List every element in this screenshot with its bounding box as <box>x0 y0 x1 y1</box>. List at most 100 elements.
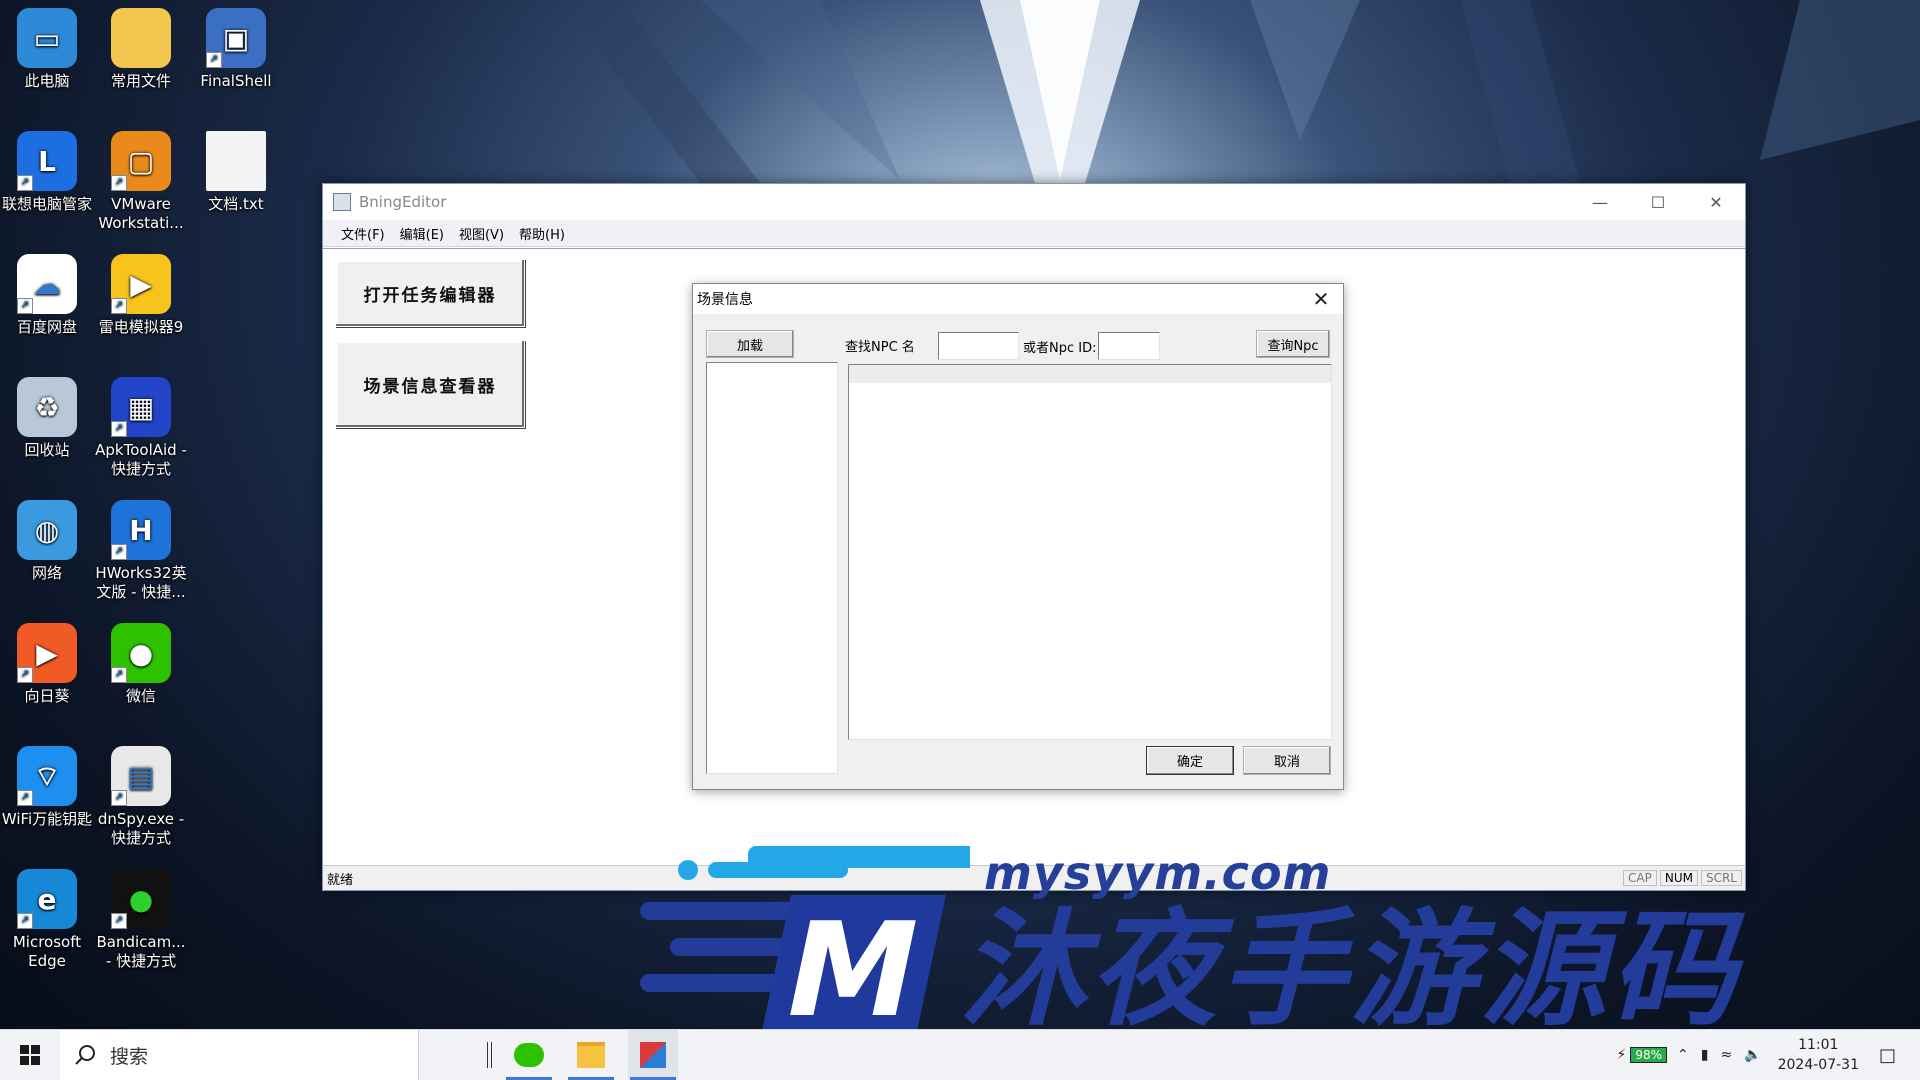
bandicam-icon: ● ↗ <box>111 869 171 929</box>
scroll-indicator: SCRL <box>1700 870 1742 886</box>
desktop-icon[interactable]: ⌔ ↗ WiFi万能钥匙 <box>0 746 94 829</box>
start-button[interactable] <box>0 1030 60 1080</box>
taskbar-wechat[interactable] <box>504 1030 554 1080</box>
num-indicator: NUM <box>1659 870 1698 886</box>
notification-icon[interactable]: □ <box>1879 1045 1896 1066</box>
recycle-bin-icon: ♻ <box>17 377 77 437</box>
scene-list[interactable] <box>706 362 838 774</box>
or-npc-id-label: 或者Npc ID: <box>1023 341 1097 356</box>
close-button[interactable]: ✕ <box>1687 184 1745 220</box>
watermark-brand: 沐夜手游源码 <box>960 896 1740 1043</box>
shortcut-arrow-icon: ↗ <box>111 667 127 683</box>
desktop-icon[interactable]: ▶ ↗ 向日葵 <box>0 623 94 706</box>
cancel-button[interactable]: 取消 <box>1243 746 1331 775</box>
dialog-title-bar[interactable]: 场景信息 ✕ <box>693 284 1343 314</box>
volume-icon[interactable]: 🔈 <box>1744 1047 1761 1063</box>
desktop-icon[interactable]: ▤ ↗ dnSpy.exe - 快捷方式 <box>94 746 188 848</box>
desktop-icon-label: 网络 <box>31 564 62 582</box>
dialog-title: 场景信息 <box>697 292 753 308</box>
desktop-icon[interactable]: ☁ ↗ 百度网盘 <box>0 254 94 337</box>
chevron-up-icon[interactable]: ⌃ <box>1677 1047 1689 1063</box>
wechat-icon <box>514 1043 544 1067</box>
desktop-icon-label: FinalShell <box>200 72 272 90</box>
desktop-icon-label: 向日葵 <box>24 687 70 705</box>
search-icon <box>75 1045 95 1065</box>
npc-id-input[interactable] <box>1098 332 1160 360</box>
shortcut-arrow-icon: ↗ <box>111 790 127 806</box>
system-tray: ⚡ 98% ⌃ ▮ ≈ 🔈 11:01 2024-07-31 □ <box>1616 1030 1920 1080</box>
desktop-icon-label: VMware Workstati... <box>98 195 184 232</box>
desktop-icon-label: 常用文件 <box>110 72 171 90</box>
baidu-netdisk-icon: ☁ ↗ <box>17 254 77 314</box>
power-plug-icon[interactable]: ⚡ <box>1616 1047 1626 1063</box>
ok-button[interactable]: 确定 <box>1146 746 1234 775</box>
computer-icon: ▭ <box>17 8 77 68</box>
desktop-icon-label: 百度网盘 <box>16 318 77 336</box>
taskbar-search[interactable]: 搜索 <box>60 1030 419 1080</box>
watermark-url: mysyym.com <box>984 846 1332 900</box>
file-explorer-icon <box>577 1042 605 1068</box>
lenovo-manager-icon: L ↗ <box>17 131 77 191</box>
shortcut-arrow-icon: ↗ <box>111 421 127 437</box>
shortcut-arrow-icon: ↗ <box>17 667 33 683</box>
desktop-icon[interactable]: H ↗ HWorks32英文版 - 快捷... <box>94 500 188 602</box>
scene-info-dialog: 场景信息 ✕ 加载 查找NPC 名 或者Npc ID: 查询Npc 确定 取消 <box>692 283 1344 790</box>
text-file-icon <box>206 131 266 191</box>
desktop-icon-label: dnSpy.exe - 快捷方式 <box>97 810 185 847</box>
npc-name-input[interactable] <box>938 332 1019 360</box>
battery-icon[interactable]: ▮ <box>1701 1047 1709 1063</box>
menu-file[interactable]: 文件(F) <box>335 224 391 243</box>
app-icon <box>333 193 351 211</box>
desktop-icon-label: 回收站 <box>24 441 70 459</box>
wifi-icon[interactable]: ≈ <box>1720 1047 1732 1063</box>
desktop-icon-label: WiFi万能钥匙 <box>1 810 93 828</box>
desktop-icon[interactable]: ▭ 此电脑 <box>0 8 94 91</box>
load-button[interactable]: 加载 <box>706 330 794 358</box>
network-icon: ◍ <box>17 500 77 560</box>
scene-viewer-button[interactable]: 场景信息查看器 <box>335 340 525 428</box>
shortcut-arrow-icon: ↗ <box>111 298 127 314</box>
desktop-icon[interactable]: ● ↗ 微信 <box>94 623 188 706</box>
desktop-icon[interactable]: ▣ ↗ FinalShell <box>189 8 283 91</box>
menu-edit[interactable]: 编辑(E) <box>394 224 450 243</box>
ldplayer-icon: ▶ ↗ <box>111 254 171 314</box>
desktop-icon[interactable]: ▶ ↗ 雷电模拟器9 <box>94 254 188 337</box>
maximize-button[interactable]: ☐ <box>1629 184 1687 220</box>
vmware-icon: ▢ ↗ <box>111 131 171 191</box>
desktop-icon[interactable]: ♻ 回收站 <box>0 377 94 460</box>
dnspy-icon: ▤ ↗ <box>111 746 171 806</box>
desktop-icon[interactable]: 常用文件 <box>94 8 188 91</box>
apktoolaid-icon: ▦ ↗ <box>111 377 171 437</box>
taskbar: 搜索 ⚡ 98% ⌃ ▮ ≈ 🔈 11:01 2024-07-31 □ <box>0 1029 1920 1080</box>
desktop-icon[interactable]: ● ↗ Bandicam... - 快捷方式 <box>94 869 188 971</box>
desktop-icon-label: 此电脑 <box>24 72 70 90</box>
desktop-icon[interactable]: e ↗ Microsoft Edge <box>0 869 94 971</box>
shortcut-arrow-icon: ↗ <box>111 544 127 560</box>
shortcut-arrow-icon: ↗ <box>17 790 33 806</box>
menu-help[interactable]: 帮助(H) <box>513 224 571 243</box>
desktop-icon[interactable]: ▦ ↗ ApkToolAid - 快捷方式 <box>94 377 188 479</box>
list-header <box>849 365 1331 383</box>
minimize-button[interactable]: — <box>1571 184 1629 220</box>
taskbar-divider <box>487 1042 492 1068</box>
clock[interactable]: 11:01 2024-07-31 <box>1778 1035 1859 1075</box>
taskbar-bningeditor[interactable] <box>628 1030 678 1080</box>
clock-date: 2024-07-31 <box>1777 1057 1859 1073</box>
npc-result-list[interactable] <box>848 364 1332 740</box>
desktop-icon[interactable]: 文档.txt <box>189 131 283 214</box>
edge-icon: e ↗ <box>17 869 77 929</box>
dialog-close-icon[interactable]: ✕ <box>1299 287 1343 311</box>
wifi-key-icon: ⌔ ↗ <box>17 746 77 806</box>
open-task-editor-button[interactable]: 打开任务编辑器 <box>335 259 525 327</box>
shortcut-arrow-icon: ↗ <box>206 52 222 68</box>
battery-indicator[interactable]: 98% <box>1630 1047 1667 1063</box>
title-bar[interactable]: BningEditor — ☐ ✕ <box>323 184 1745 220</box>
desktop-icon[interactable]: ▢ ↗ VMware Workstati... <box>94 131 188 233</box>
desktop-icon[interactable]: L ↗ 联想电脑管家 <box>0 131 94 214</box>
window-title: BningEditor <box>359 193 447 211</box>
query-npc-button[interactable]: 查询Npc <box>1256 330 1330 358</box>
desktop-icon[interactable]: ◍ 网络 <box>0 500 94 583</box>
desktop-icon-label: ApkToolAid - 快捷方式 <box>95 441 187 478</box>
menu-view[interactable]: 视图(V) <box>453 224 510 243</box>
taskbar-file-explorer[interactable] <box>566 1030 616 1080</box>
